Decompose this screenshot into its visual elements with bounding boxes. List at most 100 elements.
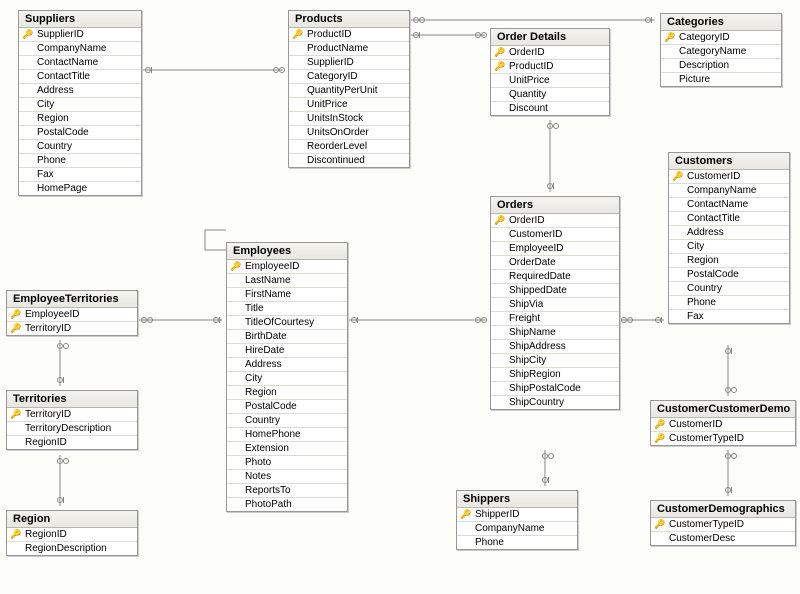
- column-row[interactable]: Address: [227, 358, 347, 372]
- column-row[interactable]: Discount: [491, 102, 609, 115]
- table-header[interactable]: Categories: [661, 14, 781, 31]
- column-row[interactable]: 🔑OrderID: [491, 214, 619, 228]
- column-row[interactable]: ContactName: [19, 56, 141, 70]
- column-row[interactable]: 🔑TerritoryID: [7, 322, 137, 335]
- column-row[interactable]: Country: [19, 140, 141, 154]
- table-territories[interactable]: Territories🔑TerritoryIDTerritoryDescript…: [6, 390, 138, 450]
- column-row[interactable]: TerritoryDescription: [7, 422, 137, 436]
- column-row[interactable]: ReorderLevel: [289, 140, 409, 154]
- table-header[interactable]: Orders: [491, 197, 619, 214]
- column-row[interactable]: 🔑TerritoryID: [7, 408, 137, 422]
- column-row[interactable]: 🔑EmployeeID: [7, 308, 137, 322]
- column-row[interactable]: RegionDescription: [7, 542, 137, 555]
- table-customerdemographics[interactable]: CustomerDemographics🔑CustomerTypeIDCusto…: [650, 500, 796, 546]
- table-header[interactable]: CustomerCustomerDemo: [651, 401, 795, 418]
- column-row[interactable]: Picture: [661, 73, 781, 86]
- column-row[interactable]: ContactTitle: [19, 70, 141, 84]
- table-orderdetails[interactable]: Order Details🔑OrderID🔑ProductIDUnitPrice…: [490, 28, 610, 116]
- table-header[interactable]: Region: [7, 511, 137, 528]
- column-row[interactable]: ContactTitle: [669, 212, 789, 226]
- column-row[interactable]: Extension: [227, 442, 347, 456]
- column-row[interactable]: Phone: [457, 536, 577, 549]
- column-row[interactable]: UnitPrice: [491, 74, 609, 88]
- column-row[interactable]: ShipRegion: [491, 368, 619, 382]
- column-row[interactable]: SupplierID: [289, 56, 409, 70]
- column-row[interactable]: CategoryID: [289, 70, 409, 84]
- column-row[interactable]: 🔑CustomerID: [651, 418, 795, 432]
- column-row[interactable]: TitleOfCourtesy: [227, 316, 347, 330]
- table-header[interactable]: CustomerDemographics: [651, 501, 795, 518]
- column-row[interactable]: 🔑EmployeeID: [227, 260, 347, 274]
- column-row[interactable]: ShipAddress: [491, 340, 619, 354]
- table-products[interactable]: Products🔑ProductIDProductNameSupplierIDC…: [288, 10, 410, 168]
- column-row[interactable]: Discontinued: [289, 154, 409, 167]
- column-row[interactable]: UnitPrice: [289, 98, 409, 112]
- column-row[interactable]: PostalCode: [227, 400, 347, 414]
- column-row[interactable]: ContactName: [669, 198, 789, 212]
- column-row[interactable]: 🔑ProductID: [491, 60, 609, 74]
- column-row[interactable]: QuantityPerUnit: [289, 84, 409, 98]
- column-row[interactable]: Address: [19, 84, 141, 98]
- column-row[interactable]: Country: [669, 282, 789, 296]
- column-row[interactable]: Address: [669, 226, 789, 240]
- column-row[interactable]: RequiredDate: [491, 270, 619, 284]
- column-row[interactable]: CompanyName: [457, 522, 577, 536]
- column-row[interactable]: Title: [227, 302, 347, 316]
- column-row[interactable]: 🔑CustomerTypeID: [651, 518, 795, 532]
- column-row[interactable]: City: [19, 98, 141, 112]
- table-header[interactable]: Shippers: [457, 491, 577, 508]
- column-row[interactable]: HomePhone: [227, 428, 347, 442]
- table-header[interactable]: Products: [289, 11, 409, 28]
- column-row[interactable]: Fax: [669, 310, 789, 323]
- column-row[interactable]: ShipCountry: [491, 396, 619, 409]
- column-row[interactable]: ReportsTo: [227, 484, 347, 498]
- column-row[interactable]: CustomerID: [491, 228, 619, 242]
- column-row[interactable]: Description: [661, 59, 781, 73]
- column-row[interactable]: CompanyName: [19, 42, 141, 56]
- table-header[interactable]: Territories: [7, 391, 137, 408]
- column-row[interactable]: PostalCode: [669, 268, 789, 282]
- table-header[interactable]: Suppliers: [19, 11, 141, 28]
- column-row[interactable]: ShippedDate: [491, 284, 619, 298]
- column-row[interactable]: City: [669, 240, 789, 254]
- column-row[interactable]: ShipPostalCode: [491, 382, 619, 396]
- column-row[interactable]: OrderDate: [491, 256, 619, 270]
- table-header[interactable]: Order Details: [491, 29, 609, 46]
- column-row[interactable]: CustomerDesc: [651, 532, 795, 545]
- column-row[interactable]: ProductName: [289, 42, 409, 56]
- column-row[interactable]: LastName: [227, 274, 347, 288]
- column-row[interactable]: 🔑OrderID: [491, 46, 609, 60]
- table-employeeterritories[interactable]: EmployeeTerritories🔑EmployeeID🔑Territory…: [6, 290, 138, 336]
- column-row[interactable]: 🔑RegionID: [7, 528, 137, 542]
- column-row[interactable]: Freight: [491, 312, 619, 326]
- column-row[interactable]: UnitsInStock: [289, 112, 409, 126]
- column-row[interactable]: Quantity: [491, 88, 609, 102]
- column-row[interactable]: PostalCode: [19, 126, 141, 140]
- column-row[interactable]: 🔑CustomerTypeID: [651, 432, 795, 445]
- column-row[interactable]: Notes: [227, 470, 347, 484]
- table-suppliers[interactable]: Suppliers🔑SupplierIDCompanyNameContactNa…: [18, 10, 142, 196]
- column-row[interactable]: 🔑SupplierID: [19, 28, 141, 42]
- column-row[interactable]: 🔑CustomerID: [669, 170, 789, 184]
- column-row[interactable]: Region: [227, 386, 347, 400]
- column-row[interactable]: 🔑CategoryID: [661, 31, 781, 45]
- table-categories[interactable]: Categories🔑CategoryIDCategoryNameDescrip…: [660, 13, 782, 87]
- column-row[interactable]: City: [227, 372, 347, 386]
- column-row[interactable]: Region: [19, 112, 141, 126]
- table-region[interactable]: Region🔑RegionIDRegionDescription: [6, 510, 138, 556]
- column-row[interactable]: Phone: [669, 296, 789, 310]
- column-row[interactable]: UnitsOnOrder: [289, 126, 409, 140]
- column-row[interactable]: ShipName: [491, 326, 619, 340]
- column-row[interactable]: ShipCity: [491, 354, 619, 368]
- column-row[interactable]: Fax: [19, 168, 141, 182]
- column-row[interactable]: PhotoPath: [227, 498, 347, 511]
- table-shippers[interactable]: Shippers🔑ShipperIDCompanyNamePhone: [456, 490, 578, 550]
- column-row[interactable]: 🔑ShipperID: [457, 508, 577, 522]
- column-row[interactable]: FirstName: [227, 288, 347, 302]
- column-row[interactable]: Country: [227, 414, 347, 428]
- column-row[interactable]: CategoryName: [661, 45, 781, 59]
- column-row[interactable]: 🔑ProductID: [289, 28, 409, 42]
- column-row[interactable]: RegionID: [7, 436, 137, 449]
- column-row[interactable]: Photo: [227, 456, 347, 470]
- column-row[interactable]: Region: [669, 254, 789, 268]
